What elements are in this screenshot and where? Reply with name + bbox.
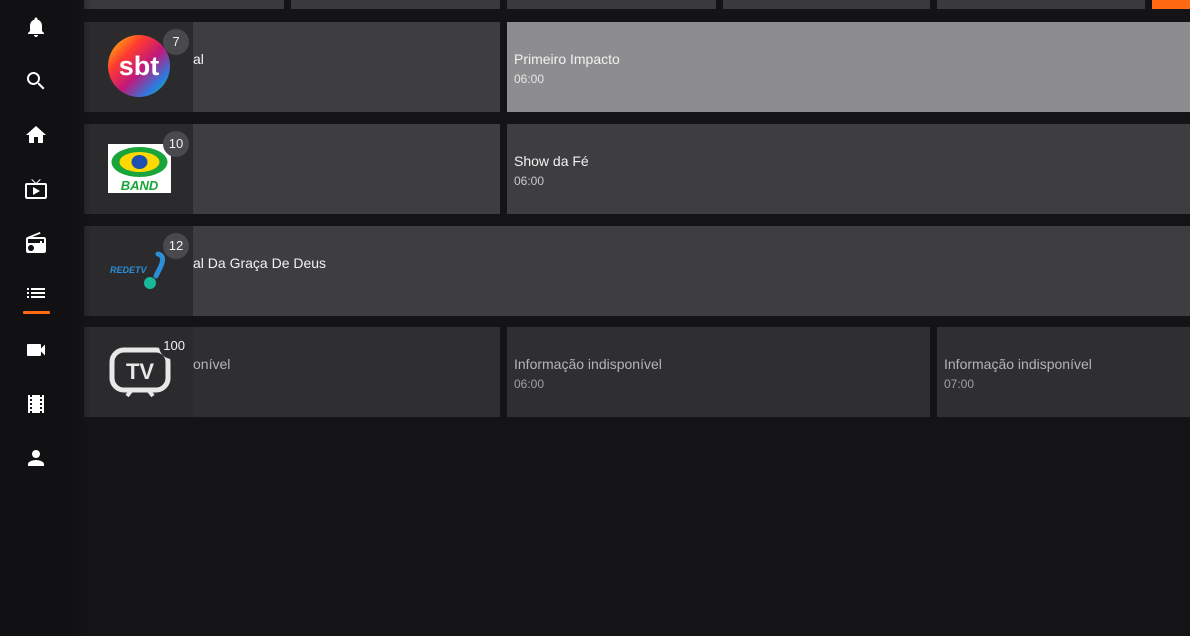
- program-title: onível: [193, 356, 231, 372]
- guide-row: al Da Graça De Deus REDETV 12: [0, 226, 1190, 316]
- channel-redetv[interactable]: REDETV 12: [84, 226, 193, 316]
- previous-row-cell: [723, 0, 930, 9]
- guide-row: Show da Fé 06:00 BAND 10: [0, 124, 1190, 214]
- sbt-logo-text: sbt: [119, 51, 160, 81]
- nav-profile[interactable]: [18, 440, 54, 476]
- program-cell[interactable]: al: [160, 22, 500, 112]
- current-time-marker: [1152, 0, 1190, 9]
- channel-sbt[interactable]: sbt 7: [84, 22, 193, 112]
- channel-number-badge: 10: [163, 131, 189, 157]
- guide-row: onível Informação indisponível 06:00 Inf…: [0, 327, 1190, 417]
- program-title: Informação indisponível: [944, 356, 1092, 372]
- program-time: 07:00: [944, 377, 975, 391]
- redetv-logo-text: REDETV: [110, 265, 148, 275]
- channel-number-badge: 12: [163, 233, 189, 259]
- program-cell[interactable]: [160, 124, 500, 214]
- band-logo: BAND: [108, 144, 171, 193]
- sbt-logo: sbt: [108, 35, 170, 97]
- channel-generic-tv[interactable]: TV 100: [84, 327, 193, 417]
- program-title: Primeiro Impacto: [514, 51, 620, 67]
- program-title: al: [193, 51, 204, 67]
- program-cell[interactable]: al Da Graça De Deus: [160, 226, 1190, 316]
- band-logo-text: BAND: [121, 178, 159, 193]
- program-title: Informação indisponível: [514, 356, 662, 372]
- program-time: 06:00: [514, 377, 545, 391]
- program-cell-focused[interactable]: Primeiro Impacto 06:00: [507, 22, 1190, 112]
- program-title: Show da Fé: [514, 153, 589, 169]
- program-cell[interactable]: Show da Fé 06:00: [507, 124, 1190, 214]
- previous-row-cell: [507, 0, 716, 9]
- tv-logo-text: TV: [126, 359, 154, 384]
- program-cell[interactable]: onível: [160, 327, 500, 417]
- previous-row-cell: [291, 0, 500, 9]
- channel-number-badge: 100: [159, 333, 189, 359]
- program-time: 06:00: [514, 174, 545, 188]
- channel-band[interactable]: BAND 10: [84, 124, 193, 214]
- person-icon: [28, 450, 44, 466]
- redetv-logo: REDETV: [110, 251, 166, 289]
- program-title: al Da Graça De Deus: [193, 255, 327, 271]
- program-cell[interactable]: Informação indisponível 07:00: [937, 327, 1190, 417]
- program-time: 06:00: [514, 72, 545, 86]
- channel-number-badge: 7: [163, 29, 189, 55]
- program-cell[interactable]: Informação indisponível 06:00: [507, 327, 930, 417]
- previous-row-cell: [84, 0, 284, 9]
- guide-row: al Primeiro Impacto 06:00 sbt 7: [0, 22, 1190, 112]
- sidebar-fade: [62, 0, 92, 636]
- previous-row-cell: [937, 0, 1145, 9]
